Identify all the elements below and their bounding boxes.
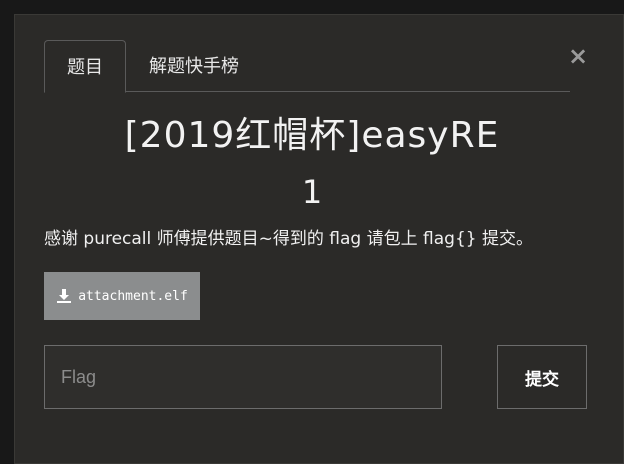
attachment-download-button[interactable]: attachment.elf [44,272,200,320]
close-icon[interactable]: × [566,44,590,68]
challenge-title: [2019红帽杯]easyRE [124,115,500,156]
attachment-filename: attachment.elf [78,288,188,304]
tab-challenge[interactable]: 题目 [44,40,126,93]
flag-input[interactable] [44,345,442,409]
challenge-tabs: 题目 解题快手榜 [44,40,570,93]
submit-button[interactable]: 提交 [497,345,587,409]
challenge-description: 感谢 purecall 师傅提供题目~得到的 flag 请包上 flag{} 提… [44,229,533,249]
download-icon [56,288,72,304]
tab-solves-ranking[interactable]: 解题快手榜 [138,40,250,92]
challenge-points: 1 [301,173,323,211]
